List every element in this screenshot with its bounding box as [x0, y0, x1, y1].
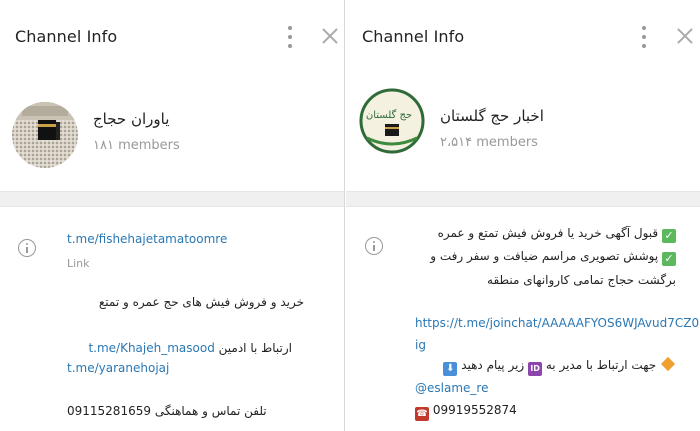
more-vertical-icon[interactable]: [284, 26, 296, 48]
logo-icon: حج گلستان: [359, 88, 425, 154]
channel-name: یاوران حجاج: [93, 110, 170, 128]
description-line: خرید و فروش فیش های حج عمره و تمتع: [98, 295, 304, 309]
check-mark-button-icon: ✓: [662, 252, 676, 266]
close-icon[interactable]: [321, 27, 339, 45]
info-icon: [18, 239, 36, 257]
contact-text: جهت ارتباط با مدیر به: [545, 358, 657, 372]
member-count: ۲،۵۱۴ members: [440, 135, 538, 150]
contact-line: جهت ارتباط با مدیر به ID زیر پیام دهید ⬇: [443, 356, 676, 376]
panel-title: Channel Info: [362, 27, 465, 46]
panel-header: Channel Info: [346, 0, 700, 70]
description-text: قبول آگهی خرید یا فروش فیش تمتع و عمره: [437, 226, 659, 240]
check-mark-button-icon: ✓: [662, 229, 676, 243]
phone-line: 09115281659 تلفن تماس و هماهنگی: [67, 404, 267, 418]
admin-contact-line: t.me/Khajeh_masood ارتباط با ادمین: [88, 341, 292, 355]
member-count: ۱۸۱ members: [93, 138, 180, 153]
contact-handle-link[interactable]: @eslame_re: [415, 381, 488, 395]
avatar[interactable]: [12, 102, 78, 168]
channel-info-panel-left: Channel Info یاوران حجاج ۱۸۱ members t.m…: [0, 0, 345, 431]
section-divider: [346, 191, 700, 207]
orange-diamond-icon: [660, 356, 676, 372]
phone-number[interactable]: 09115281659: [67, 404, 151, 418]
more-vertical-icon[interactable]: [638, 26, 650, 48]
description-line-3: برگشت حجاج تمامی کاروانهای منطقه: [487, 273, 676, 287]
down-arrow-button-icon: ⬇: [443, 362, 458, 376]
id-button-icon: ID: [528, 362, 543, 376]
phone-label: تلفن تماس و هماهنگی: [154, 404, 267, 418]
telephone-icon: ☎: [415, 407, 429, 421]
phone-number[interactable]: 09919552874: [433, 403, 517, 417]
description-text: پوشش تصویری مراسم ضیافت و سفر رفت و: [430, 249, 659, 263]
channel-link[interactable]: t.me/fishehajetamatoomre: [67, 232, 227, 246]
panel-header: Channel Info: [0, 0, 344, 70]
kaaba-photo-icon: [12, 102, 78, 168]
phone-line: ☎ 09919552874: [415, 403, 517, 421]
admin-contact-link[interactable]: t.me/Khajeh_masood: [88, 341, 214, 355]
section-divider: [0, 191, 344, 207]
channel-link-secondary[interactable]: t.me/yaranehojaj: [67, 361, 169, 375]
info-icon: [365, 237, 383, 255]
contact-text-tail: زیر پیام دهید: [461, 358, 525, 372]
join-link-continued[interactable]: ig: [415, 338, 426, 352]
admin-contact-label: ارتباط با ادمین: [218, 341, 292, 355]
description-line-2: ✓ پوشش تصویری مراسم ضیافت و سفر رفت و: [430, 249, 676, 266]
join-link[interactable]: https://t.me/joinchat/AAAAAFYOS6WJAvud7C…: [415, 316, 699, 330]
link-caption: Link: [67, 257, 90, 270]
channel-name: اخبار حج گلستان: [440, 107, 544, 125]
close-icon[interactable]: [676, 27, 694, 45]
panel-title: Channel Info: [15, 27, 118, 46]
logo-text: حج گلستان: [366, 109, 412, 121]
description-line-1: ✓ قبول آگهی خرید یا فروش فیش تمتع و عمره: [438, 226, 676, 243]
channel-info-panel-right: Channel Info حج گلستان اخبار حج گلستان ۲…: [346, 0, 700, 431]
avatar[interactable]: حج گلستان: [359, 88, 425, 154]
